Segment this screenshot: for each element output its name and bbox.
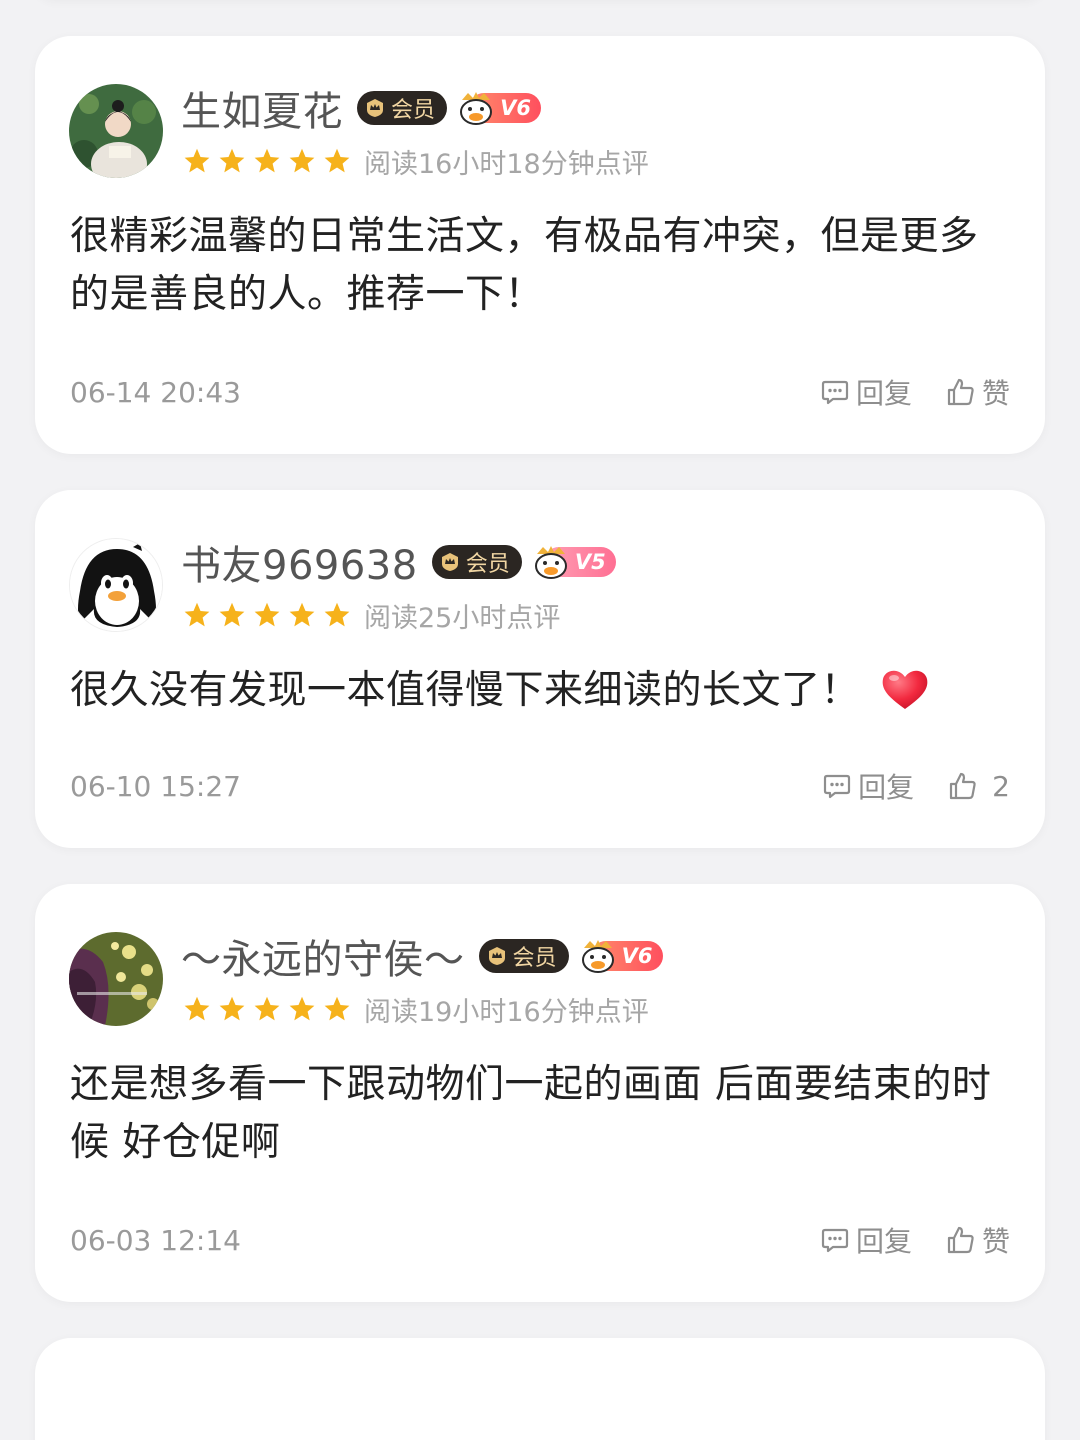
thumbs-up-icon [947,378,974,406]
review-card: 生如夏花 会员 V6 阅读16小时18分钟点评 很精彩温馨的日常生活文，有极品有… [35,36,1045,454]
rating-stars [183,995,358,1023]
username[interactable]: 生如夏花 [181,79,343,137]
star-icon [254,148,280,173]
reply-button[interactable]: 回复 [820,1220,912,1260]
review-card-partial [35,1338,1045,1440]
comment-date: 06-03 12:14 [70,1223,241,1257]
comment-bubble-icon [821,380,849,405]
star-icon [324,148,350,173]
reply-label: 回复 [858,771,915,804]
comment-date: 06-10 15:27 [70,769,241,803]
star-icon [289,996,315,1021]
heart-emoji-icon [882,670,928,709]
read-time: 阅读19小时16分钟点评 [364,996,649,1028]
comment-bubble-icon [821,1228,849,1253]
star-icon [324,602,350,627]
comment-body: 很久没有发现一本值得慢下来细读的长文了！ [70,662,1010,720]
reply-button[interactable]: 回复 [820,372,912,412]
read-time: 阅读16小时18分钟点评 [364,148,649,180]
crown-icon [367,99,383,117]
star-icon [184,148,210,173]
star-icon [254,996,280,1021]
crown-icon [441,553,458,571]
review-list: 生如夏花 会员 V6 阅读16小时18分钟点评 很精彩温馨的日常生活文，有极品有… [0,0,1080,1440]
read-time: 阅读25小时点评 [364,602,561,634]
star-icon [324,996,350,1021]
like-button[interactable]: 赞 [946,1220,1010,1260]
thumbs-up-icon [947,1226,974,1254]
comment-bubble-icon [824,774,851,799]
level-badge: V6 [459,90,542,126]
star-icon [219,602,245,627]
reply-button[interactable]: 回复 [822,766,914,806]
star-icon [289,148,315,173]
star-icon [184,996,210,1021]
like-button[interactable]: 赞 [946,372,1010,412]
vip-badge: 会员 [478,939,569,973]
rating-stars [183,147,358,175]
comment-text: 还是想多看一下跟动物们一起的画面 后面要结束的时候 好仓促啊 [70,1062,992,1165]
star-icon [254,602,280,627]
avatar[interactable] [69,932,163,1026]
crown-icon [488,947,505,965]
level-mascot-icon [460,92,493,125]
vip-label: 会员 [512,946,557,971]
level-mascot-icon [581,940,614,973]
like-button[interactable]: 2 [948,770,1010,803]
like-count: 2 [992,769,1010,803]
vip-badge: 会员 [431,545,522,579]
like-label: 赞 [981,1225,1010,1258]
star-icon [219,148,245,173]
vip-label: 会员 [465,552,510,577]
like-label: 赞 [981,377,1010,410]
reply-label: 回复 [855,377,912,410]
star-icon [219,996,245,1021]
thumbs-up-icon [950,772,976,800]
comment-date: 06-14 20:43 [70,375,241,409]
username[interactable]: ～永远的守侯～ [181,927,465,985]
reply-label: 回复 [855,1225,912,1258]
username[interactable]: 书友969638 [181,533,418,591]
review-card: 书友969638 会员 V5 阅读25小时点评 很久没有发现一本值得慢下来细读的… [35,490,1045,848]
vip-label: 会员 [391,98,436,123]
avatar[interactable] [69,84,163,178]
rating-stars [183,601,358,629]
level-mascot-icon [534,546,567,579]
comment-text: 很久没有发现一本值得慢下来细读的长文了！ [70,668,861,713]
level-badge: V6 [581,938,663,974]
star-icon [289,602,315,627]
star-icon [184,602,210,627]
review-card: ～永远的守侯～ 会员 V6 阅读19小时16分钟点评 还是想多看一下跟动物们一起… [35,884,1045,1302]
avatar[interactable] [69,538,163,632]
comment-text: 很精彩温馨的日常生活文，有极品有冲突，但是更多的是善良的人。推荐一下！ [70,214,979,317]
level-badge: V5 [534,544,616,580]
vip-badge: 会员 [357,91,448,125]
